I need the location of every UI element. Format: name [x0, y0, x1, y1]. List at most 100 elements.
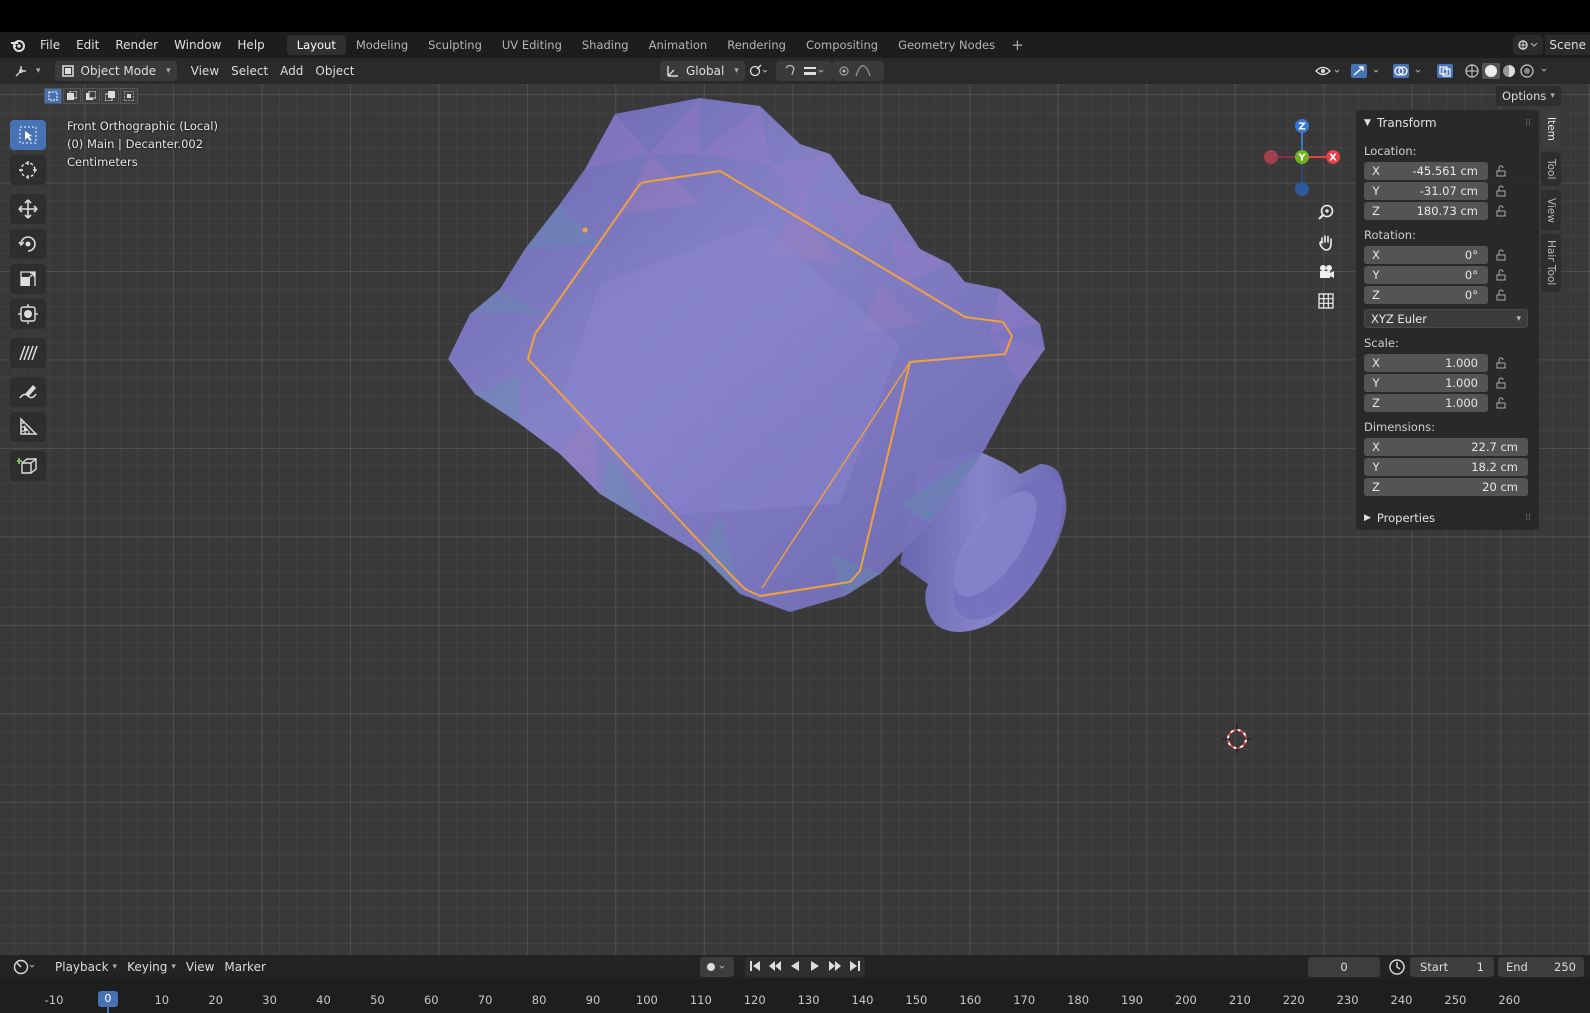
shading-modes[interactable]: [1458, 61, 1566, 81]
rotation-z-field[interactable]: Z 0°: [1364, 285, 1488, 304]
menu-render[interactable]: Render: [107, 32, 166, 58]
lock-icon[interactable]: [1488, 248, 1514, 261]
scene-selector[interactable]: Scene: [1513, 35, 1590, 55]
tab-hair-tool[interactable]: Hair Tool: [1541, 234, 1561, 292]
pan-hand-icon[interactable]: [1314, 230, 1338, 254]
ruler-tick-label: 30: [262, 993, 277, 1007]
tab-modeling[interactable]: Modeling: [346, 35, 418, 55]
tab-item[interactable]: Item: [1541, 110, 1561, 148]
object-mode-icon: [61, 65, 74, 77]
gizmo-neg-x-axis[interactable]: [1264, 150, 1278, 164]
drag-handle-icon[interactable]: ⁞⁞: [1525, 118, 1531, 128]
snap-toggle[interactable]: [776, 61, 832, 81]
preview-range-icon[interactable]: [1388, 958, 1406, 979]
add-workspace-icon[interactable]: +: [1005, 36, 1030, 54]
jump-end-icon[interactable]: [849, 960, 861, 975]
auto-keying-toggle[interactable]: [700, 957, 734, 977]
ruler-tick-label: 50: [370, 993, 385, 1007]
end-frame-field[interactable]: End 250: [1498, 957, 1584, 977]
tab-tool[interactable]: Tool: [1541, 152, 1561, 186]
lock-icon[interactable]: [1488, 356, 1514, 369]
menu-select[interactable]: Select: [225, 61, 274, 81]
lock-icon[interactable]: [1488, 376, 1514, 389]
location-y-field[interactable]: Y -31.07 cm: [1364, 181, 1488, 200]
lock-icon[interactable]: [1488, 184, 1514, 197]
menu-view[interactable]: View: [185, 61, 225, 81]
mode-label: Object Mode: [80, 64, 157, 78]
scale-z-field[interactable]: Z 1.000: [1364, 393, 1488, 412]
3d-viewport[interactable]: Front Orthographic (Local) (0) Main | De…: [0, 84, 1590, 955]
camera-icon[interactable]: [1314, 260, 1338, 284]
proportional-editing-toggle[interactable]: [832, 61, 884, 81]
scene-icon[interactable]: [1513, 35, 1544, 55]
lock-icon[interactable]: [1488, 204, 1514, 217]
decanter-object[interactable]: [0, 84, 1590, 955]
navigation-gizmo[interactable]: Z X Y: [1262, 117, 1342, 197]
ruler-tick-label: 40: [316, 993, 331, 1007]
menu-object[interactable]: Object: [309, 61, 360, 81]
rotation-y-field[interactable]: Y 0°: [1364, 265, 1488, 284]
tab-view[interactable]: View: [1541, 190, 1561, 230]
menu-file[interactable]: File: [32, 32, 68, 58]
gizmo-neg-z-axis[interactable]: [1295, 182, 1309, 196]
grid-view-icon[interactable]: [1314, 289, 1338, 313]
play-icon[interactable]: [809, 960, 821, 975]
lock-icon[interactable]: [1488, 396, 1514, 409]
timeline-editor-type-button[interactable]: [8, 957, 44, 977]
dimensions-x-field[interactable]: X 22.7 cm: [1364, 437, 1528, 456]
rotation-mode-dropdown[interactable]: XYZ Euler ▾: [1364, 309, 1528, 328]
tab-compositing[interactable]: Compositing: [796, 35, 888, 55]
menu-edit[interactable]: Edit: [68, 32, 107, 58]
scale-y-field[interactable]: Y 1.000: [1364, 373, 1488, 392]
timeline-menu-marker[interactable]: Marker: [219, 957, 270, 977]
current-frame-field[interactable]: 0: [1308, 957, 1380, 977]
zoom-icon[interactable]: [1314, 200, 1338, 224]
scale-x-row: X 1.000: [1364, 353, 1539, 372]
tab-shading[interactable]: Shading: [572, 35, 639, 55]
blender-logo-icon[interactable]: [8, 35, 28, 55]
location-z-field[interactable]: Z 180.73 cm: [1364, 201, 1488, 220]
ruler-tick-label: 70: [477, 993, 493, 1007]
keying-dropdown[interactable]: Keying ▾: [122, 957, 181, 977]
scale-x-field[interactable]: X 1.000: [1364, 353, 1488, 372]
play-reverse-icon[interactable]: [789, 960, 801, 975]
tab-geometry-nodes[interactable]: Geometry Nodes: [888, 35, 1005, 55]
tab-uv-editing[interactable]: UV Editing: [492, 35, 572, 55]
scale-y-row: Y 1.000: [1364, 373, 1539, 392]
tab-sculpting[interactable]: Sculpting: [418, 35, 492, 55]
overlays-toggle[interactable]: [1386, 61, 1434, 81]
mode-dropdown[interactable]: Object Mode ▾: [54, 61, 177, 81]
lock-icon[interactable]: [1488, 268, 1514, 281]
lock-icon[interactable]: [1488, 288, 1514, 301]
transform-panel-header[interactable]: ▼ Transform ⁞⁞: [1356, 110, 1539, 136]
editor-type-button[interactable]: ▾: [8, 61, 47, 81]
timeline-menu-view[interactable]: View: [181, 957, 219, 977]
prev-keyframe-icon[interactable]: [768, 960, 782, 975]
tab-rendering[interactable]: Rendering: [717, 35, 796, 55]
dimensions-z-field[interactable]: Z 20 cm: [1364, 477, 1528, 496]
timeline-ruler[interactable]: -10 0 10 20 30 40 50 60 70 80 90 100 110 120 130 140 150…: [0, 979, 1590, 1013]
gizmo-toggle[interactable]: [1344, 61, 1392, 81]
menu-add[interactable]: Add: [274, 61, 309, 81]
pivot-point-dropdown[interactable]: [742, 61, 774, 81]
3d-cursor-icon[interactable]: [1222, 724, 1252, 754]
tab-layout[interactable]: Layout: [286, 35, 346, 55]
next-keyframe-icon[interactable]: [828, 960, 842, 975]
scene-name[interactable]: Scene: [1545, 35, 1590, 55]
menu-help[interactable]: Help: [229, 32, 272, 58]
clock-icon: [13, 959, 35, 975]
start-frame-field[interactable]: Start 1: [1410, 957, 1494, 977]
location-x-field[interactable]: X -45.561 cm: [1364, 161, 1488, 180]
playback-dropdown[interactable]: Playback ▾: [50, 957, 122, 977]
tab-animation[interactable]: Animation: [639, 35, 718, 55]
options-dropdown[interactable]: Options ▾: [1496, 86, 1561, 106]
jump-start-icon[interactable]: [749, 960, 761, 975]
rotation-x-field[interactable]: X 0°: [1364, 245, 1488, 264]
dimensions-y-field[interactable]: Y 18.2 cm: [1364, 457, 1528, 476]
record-icon: [707, 963, 725, 971]
drag-handle-icon[interactable]: ⁞⁞: [1525, 513, 1531, 523]
menu-window[interactable]: Window: [166, 32, 229, 58]
transform-orientation-dropdown[interactable]: Global ▾: [660, 61, 745, 81]
lock-icon[interactable]: [1488, 164, 1514, 177]
properties-panel-header[interactable]: ▶ Properties ⁞⁞: [1356, 508, 1539, 528]
